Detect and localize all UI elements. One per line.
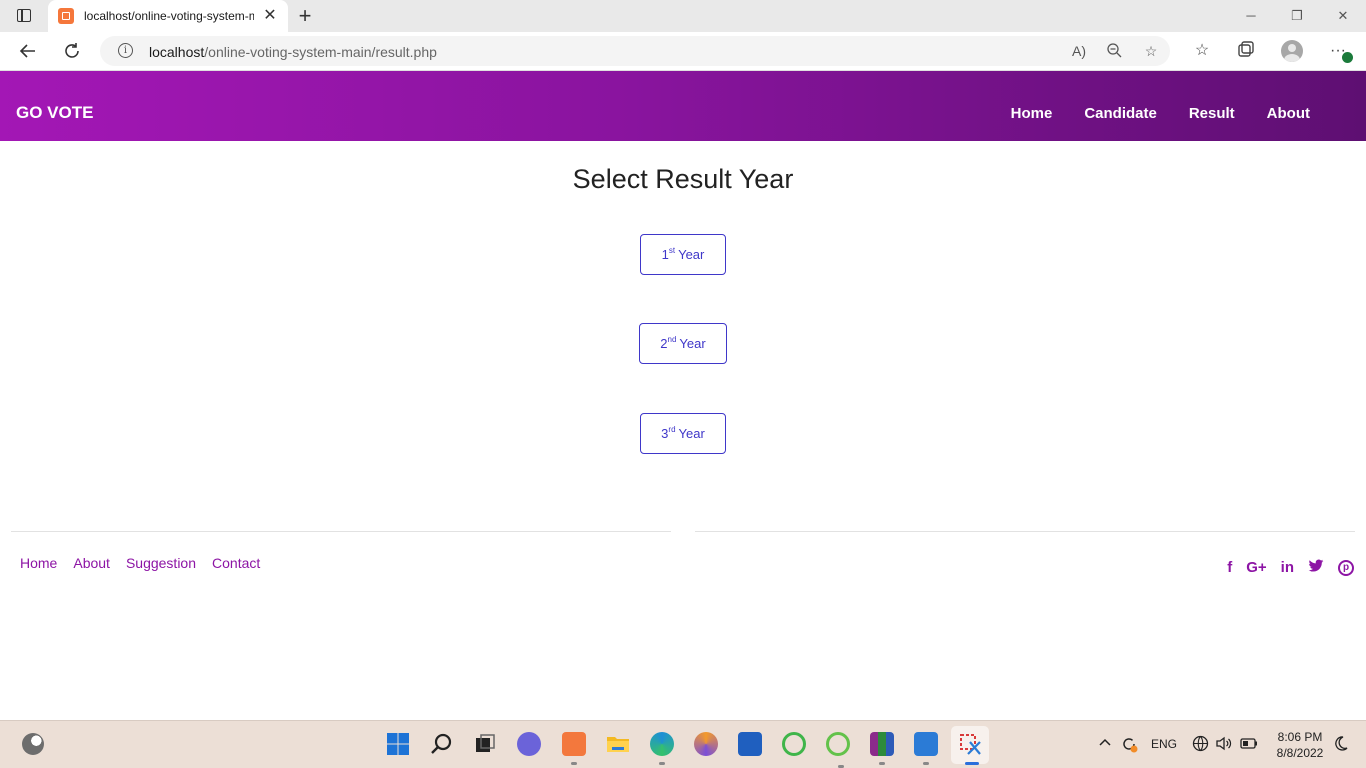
- year-2-number: 2: [660, 336, 668, 351]
- network-icon[interactable]: [1192, 735, 1209, 753]
- google-plus-icon[interactable]: G+: [1246, 559, 1266, 577]
- app-green-2-icon[interactable]: [826, 732, 850, 768]
- facebook-icon[interactable]: f: [1227, 559, 1232, 577]
- footer-links: Home About Suggestion Contact: [20, 555, 260, 571]
- site-brand[interactable]: GO VOTE: [16, 103, 93, 123]
- twitter-icon[interactable]: [1308, 559, 1324, 577]
- address-bar[interactable]: i localhost/online-voting-system-main/re…: [100, 36, 1170, 66]
- clock-time: 8:06 PM: [1277, 730, 1323, 744]
- store-icon[interactable]: [738, 732, 762, 756]
- favorites-icon[interactable]: ☆: [1191, 40, 1213, 62]
- task-view-icon[interactable]: [473, 732, 497, 756]
- chat-icon[interactable]: [517, 732, 541, 756]
- page-title: Select Result Year: [572, 164, 794, 194]
- year-1-label: Year: [678, 247, 705, 262]
- year-3-suffix: rd: [668, 425, 676, 434]
- year-1-suffix: st: [668, 246, 676, 255]
- browser-tab[interactable]: localhost/online-voting-system-main/resu…: [48, 0, 288, 32]
- profile-avatar-icon[interactable]: [1281, 40, 1303, 62]
- browser-tab-strip: localhost/online-voting-system-main/resu…: [0, 0, 1366, 32]
- battery-icon[interactable]: [1240, 735, 1258, 753]
- window-controls: ─ ❐ ✕: [1228, 0, 1366, 32]
- pinterest-icon[interactable]: p: [1338, 560, 1354, 576]
- notepad-icon[interactable]: [914, 732, 938, 765]
- collections-icon[interactable]: [1235, 40, 1257, 62]
- tab-actions-icon[interactable]: [12, 7, 36, 25]
- restore-button[interactable]: ❐: [1274, 0, 1320, 32]
- close-window-button[interactable]: ✕: [1320, 0, 1366, 32]
- minimize-button[interactable]: ─: [1228, 0, 1274, 32]
- search-icon[interactable]: [430, 732, 454, 756]
- year-2-label: Year: [679, 336, 706, 351]
- reload-icon[interactable]: [61, 40, 83, 62]
- show-hidden-icons-icon[interactable]: [1098, 735, 1112, 753]
- winrar-icon[interactable]: [870, 732, 894, 765]
- linkedin-icon[interactable]: in: [1281, 559, 1294, 577]
- footer-contact-link[interactable]: Contact: [212, 555, 260, 571]
- tab-close-icon[interactable]: ✕: [262, 8, 278, 24]
- windows-taskbar: ENG 8:06 PM 8/8/2022: [0, 720, 1366, 768]
- footer-suggestion-link[interactable]: Suggestion: [126, 555, 196, 571]
- year-3-label: Year: [678, 426, 705, 441]
- year-2-button[interactable]: 2nd Year: [639, 323, 727, 364]
- read-aloud-icon[interactable]: A): [1070, 42, 1088, 60]
- site-info-icon[interactable]: i: [118, 43, 133, 58]
- back-arrow-icon[interactable]: [17, 40, 39, 62]
- year-2-suffix: nd: [667, 335, 677, 344]
- year-3-button[interactable]: 3rd Year: [640, 413, 726, 454]
- sync-icon[interactable]: [1120, 735, 1138, 753]
- footer-about-link[interactable]: About: [73, 555, 110, 571]
- volume-icon[interactable]: [1215, 735, 1232, 753]
- nav-home-link[interactable]: Home: [1011, 105, 1053, 122]
- year-1-number: 1: [661, 247, 669, 262]
- social-links: f G+ in p: [1227, 559, 1354, 577]
- vpn-icon[interactable]: [694, 732, 718, 756]
- browser-toolbar: i localhost/online-voting-system-main/re…: [0, 32, 1366, 71]
- update-badge-icon: [1342, 52, 1353, 63]
- taskbar-clock[interactable]: 8:06 PM 8/8/2022: [1272, 729, 1328, 761]
- footer-divider-right: [695, 531, 1355, 532]
- focus-assist-icon[interactable]: [1333, 735, 1349, 753]
- tab-title: localhost/online-voting-system-main/resu…: [84, 9, 254, 23]
- footer-divider-left: [11, 531, 671, 532]
- nav-about-link[interactable]: About: [1267, 105, 1310, 122]
- site-nav: Home Candidate Result About: [1011, 105, 1310, 122]
- start-icon[interactable]: [386, 732, 410, 756]
- zoom-out-icon[interactable]: [1105, 42, 1123, 60]
- weather-widget-icon[interactable]: [22, 733, 44, 755]
- url-path: /online-voting-system-main/result.php: [204, 44, 437, 60]
- url-host: localhost: [149, 44, 205, 60]
- app-green-1-icon[interactable]: [782, 732, 806, 756]
- xampp-favicon-icon: [58, 8, 74, 24]
- nav-result-link[interactable]: Result: [1189, 105, 1235, 122]
- nav-candidate-link[interactable]: Candidate: [1084, 105, 1157, 122]
- year-1-button[interactable]: 1st Year: [640, 234, 726, 275]
- footer-home-link[interactable]: Home: [20, 555, 57, 571]
- language-indicator[interactable]: ENG: [1151, 735, 1177, 753]
- url-text[interactable]: localhost/online-voting-system-main/resu…: [149, 44, 437, 60]
- snipping-tool-icon[interactable]: [958, 732, 982, 765]
- file-explorer-icon[interactable]: [606, 732, 630, 756]
- edge-icon[interactable]: [650, 732, 674, 765]
- new-tab-button[interactable]: +: [294, 5, 316, 27]
- clock-date: 8/8/2022: [1276, 746, 1324, 760]
- year-3-number: 3: [661, 426, 669, 441]
- site-header: GO VOTE Home Candidate Result About: [0, 71, 1366, 141]
- xampp-icon[interactable]: [562, 732, 586, 765]
- add-favorite-icon[interactable]: ☆: [1142, 42, 1160, 60]
